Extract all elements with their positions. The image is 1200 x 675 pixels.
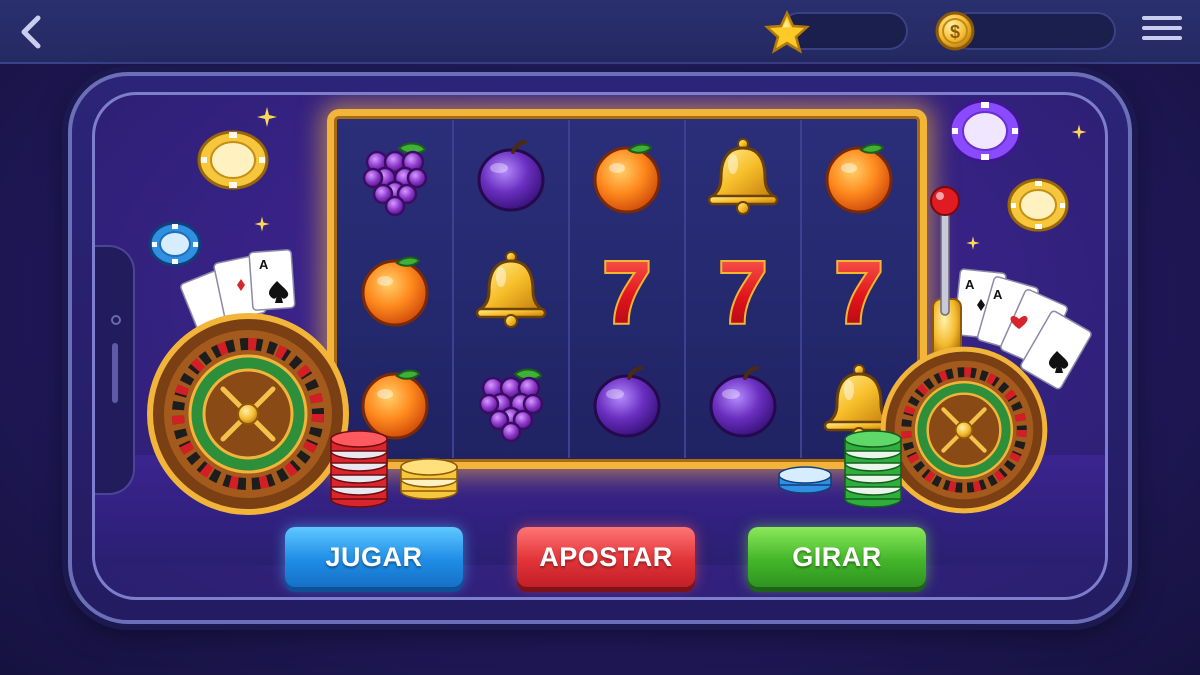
reel-4: 7 (686, 120, 802, 458)
bet-button[interactable]: APOSTAR (517, 527, 695, 587)
poker-chip-gold (1007, 178, 1069, 232)
coins-counter: $ (935, 11, 1116, 51)
seven-text: 7 (835, 247, 884, 331)
orange-symbol (585, 134, 669, 218)
side-button (112, 343, 118, 403)
reel-3: 7 (570, 120, 686, 458)
grapes-symbol (469, 360, 553, 444)
back-button[interactable] (14, 12, 50, 52)
grapes-symbol (353, 134, 437, 218)
poker-chip-gold (197, 130, 269, 190)
poker-chip-purple (948, 99, 1022, 163)
star-icon (764, 10, 810, 54)
seven-symbol: 7 (585, 247, 669, 331)
reel-2 (454, 120, 570, 458)
chip-stack-red (330, 430, 388, 508)
sparkle-icon (966, 236, 980, 250)
reel-1 (338, 120, 454, 458)
seven-symbol: 7 (701, 247, 785, 331)
menu-button[interactable] (1142, 16, 1182, 48)
device-side-notch (95, 245, 135, 495)
plum-symbol (469, 134, 553, 218)
seven-text: 7 (719, 247, 768, 331)
game-screen: A A A 777 JUGAR APOSTAR GIRAR (92, 92, 1108, 600)
dollar-coin-icon: $ (935, 11, 975, 51)
sparkle-icon (1071, 124, 1087, 140)
plum-symbol (585, 360, 669, 444)
device-frame: A A A 777 JUGAR APOSTAR GIRAR (68, 72, 1132, 624)
orange-symbol (817, 134, 901, 218)
play-button[interactable]: JUGAR (285, 527, 463, 587)
orange-symbol (353, 247, 437, 331)
svg-text:A: A (993, 287, 1003, 302)
plum-symbol (701, 360, 785, 444)
svg-text:$: $ (950, 22, 960, 42)
chip-stack-gold (400, 458, 458, 500)
seven-symbol: 7 (817, 247, 901, 331)
slot-lever[interactable] (923, 179, 967, 359)
svg-text:A: A (259, 257, 269, 272)
spin-button[interactable]: GIRAR (748, 527, 926, 587)
slot-reels: 777 (327, 109, 927, 469)
hamburger-menu-icon (1142, 16, 1182, 40)
roulette-wheel-left (147, 313, 349, 515)
sparkle-icon (254, 216, 270, 232)
camera-icon (111, 315, 121, 325)
chip-stack-green (844, 430, 902, 508)
seven-text: 7 (603, 247, 652, 331)
chip-stack-blue (778, 466, 832, 494)
bell-symbol (469, 247, 553, 331)
bell-symbol (701, 134, 785, 218)
chevron-left-icon (21, 15, 41, 49)
top-bar: $ (0, 0, 1200, 64)
stars-counter (764, 10, 908, 54)
